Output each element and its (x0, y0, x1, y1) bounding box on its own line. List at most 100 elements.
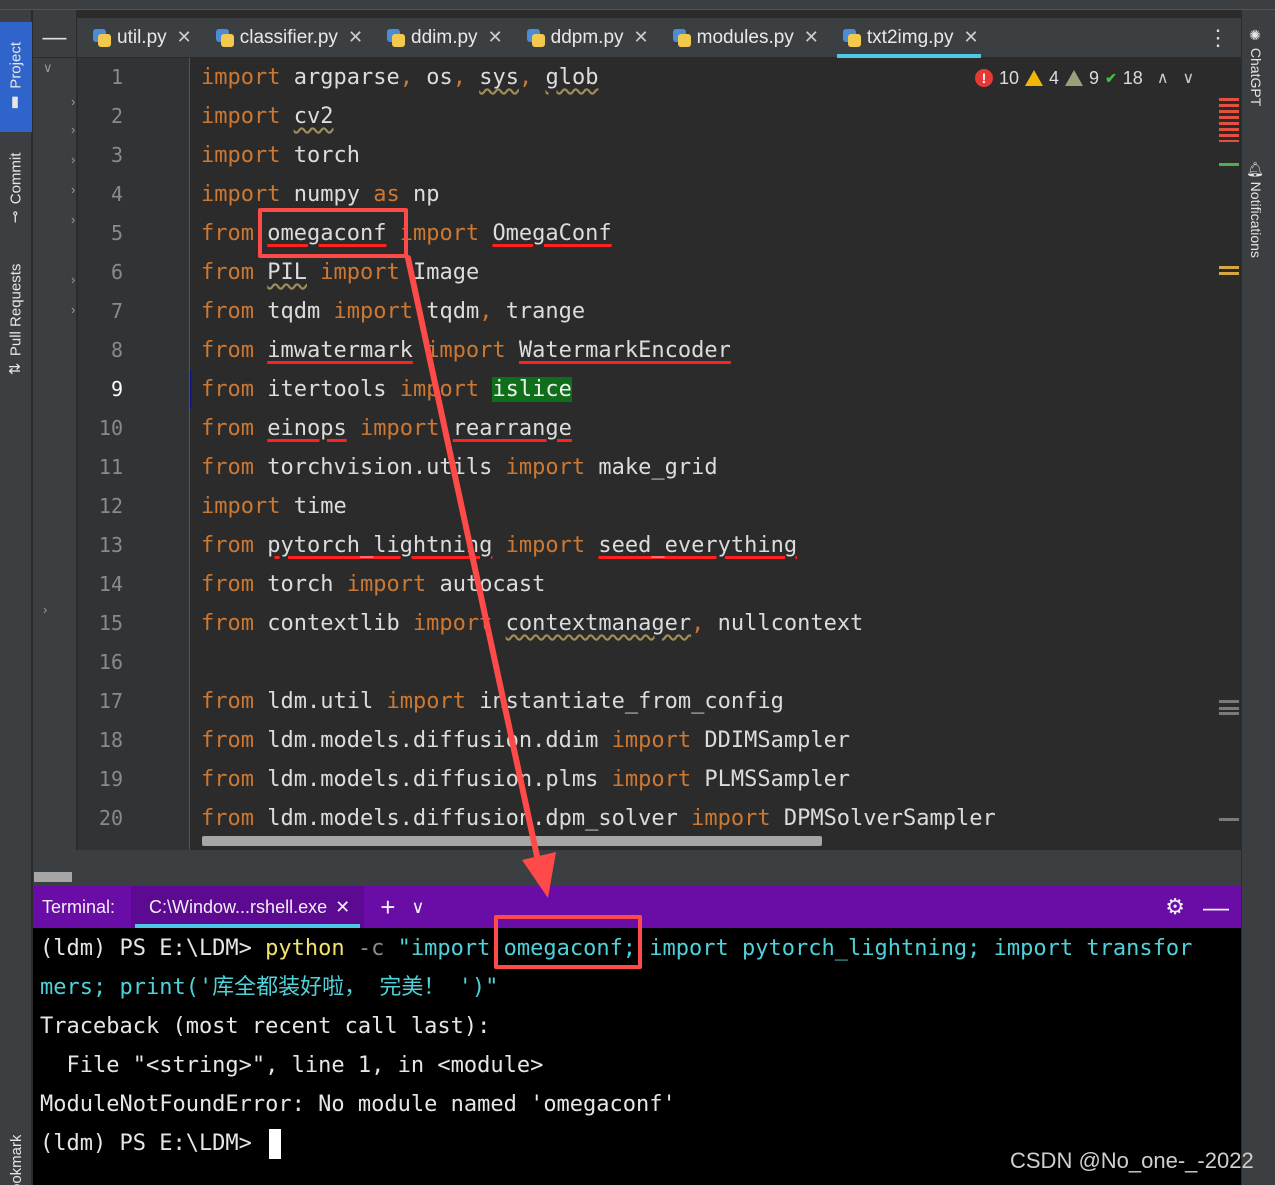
line-number: 15 (98, 611, 123, 635)
line-number: 10 (98, 416, 123, 440)
code-line[interactable]: import argparse, os, sys, glob (201, 58, 598, 97)
warning-stripe-marker[interactable] (1219, 266, 1239, 269)
error-count: 10 (999, 67, 1020, 88)
close-icon[interactable]: ✕ (634, 27, 649, 48)
line-number: 7 (110, 299, 123, 323)
close-icon[interactable]: ✕ (488, 27, 503, 48)
line-number: 9 (110, 377, 123, 401)
error-icon: ! (975, 69, 993, 87)
chevron-right-icon[interactable]: › (71, 122, 75, 137)
check-icon: ✔ (1105, 69, 1117, 86)
project-scrollbar[interactable] (34, 872, 72, 882)
code-line[interactable]: from ldm.models.diffusion.ddim import DD… (201, 721, 850, 760)
left-tool-strip: ▮ Project ⊸ Commit ⇅ Pull Requests Bookmark… (0, 10, 32, 1185)
line-number-gutter[interactable]: 1 2 3 4 5 6 7 8 9 10 11 12 13 14 15 16 1… (78, 58, 190, 850)
commit-tool-tab[interactable]: ⊸ Commit (0, 138, 32, 238)
line-number: 20 (98, 806, 123, 830)
more-vertical-icon[interactable]: ⋮ (1207, 25, 1229, 51)
bell-icon: 🔔︎ (1248, 160, 1264, 182)
right-tool-strip: ✺ ChatGPT 🔔︎ Notifications (1241, 10, 1275, 1185)
project-panel: ∨ › › › › › › › › (33, 10, 77, 886)
stripe-marker[interactable] (1219, 712, 1239, 715)
annotation-box (494, 915, 642, 969)
line-number: 16 (98, 650, 123, 674)
tab-ddpm-py[interactable]: ddpm.py ✕ (511, 18, 657, 58)
python-file-icon (525, 28, 545, 48)
code-line[interactable]: from ldm.models.diffusion.dpm_solver imp… (201, 799, 996, 838)
warning-icon (1025, 70, 1044, 86)
chevron-right-icon[interactable]: › (71, 212, 75, 227)
project-tool-tab[interactable]: ▮ Project (0, 22, 32, 132)
python-file-icon (671, 28, 691, 48)
error-stripe-marker[interactable] (1219, 98, 1239, 142)
chevron-right-icon[interactable]: › (71, 152, 75, 167)
code-line[interactable]: from ldm.models.diffusion.plms import PL… (201, 760, 850, 799)
code-line[interactable]: import time (201, 487, 347, 526)
line-number: 12 (98, 494, 123, 518)
chatgpt-tool-tab[interactable]: ✺ ChatGPT (1248, 28, 1264, 111)
chevron-right-icon[interactable]: › (43, 602, 47, 617)
annotation-box (258, 208, 408, 258)
line-number: 11 (98, 455, 123, 479)
chevron-right-icon[interactable]: › (71, 272, 75, 287)
code-line[interactable]: from torch import autocast (201, 565, 545, 604)
tab-util-py[interactable]: util.py ✕ (77, 18, 200, 58)
chevron-down-icon[interactable]: ∨ (411, 897, 424, 918)
code-line[interactable]: from itertools import islice (201, 370, 572, 409)
code-line[interactable]: import torch (201, 136, 360, 175)
code-line[interactable]: from PIL import Image (201, 253, 479, 292)
chevron-down-icon[interactable]: ∨ (43, 60, 53, 76)
code-line[interactable]: from torchvision.utils import make_grid (201, 448, 718, 487)
gear-icon[interactable]: ⚙ (1165, 894, 1185, 920)
pull-requests-tool-tab[interactable]: ⇅ Pull Requests (0, 250, 32, 390)
code-line[interactable]: import cv2 (201, 97, 333, 136)
code-line[interactable]: from einops import rearrange (201, 409, 572, 448)
horizontal-scrollbar[interactable] (202, 836, 822, 846)
chevron-right-icon[interactable]: › (71, 94, 75, 109)
chatgpt-icon: ✺ (1248, 28, 1264, 48)
warning-stripe-marker[interactable] (1219, 272, 1239, 275)
code-line[interactable]: from pytorch_lightning import seed_every… (201, 526, 797, 565)
weak-warning-count: 9 (1089, 67, 1100, 88)
minimize-icon[interactable]: — (1203, 892, 1229, 923)
tab-txt2img-py[interactable]: txt2img.py ✕ (827, 18, 987, 58)
tab-modules-py[interactable]: modules.py ✕ (657, 18, 827, 58)
close-icon[interactable]: ✕ (804, 27, 819, 48)
terminal-session-tab[interactable]: C:\Window...rshell.exe ✕ (131, 886, 365, 928)
close-icon[interactable]: ✕ (963, 27, 978, 48)
tab-ddim-py[interactable]: ddim.py ✕ (371, 18, 511, 58)
code-line[interactable]: from ldm.util import instantiate_from_co… (201, 682, 784, 721)
bookmarks-tool-tab[interactable]: Bookmarks (0, 1135, 32, 1185)
line-number: 8 (110, 338, 123, 362)
tab-classifier-py[interactable]: classifier.py ✕ (200, 18, 371, 58)
line-number: 6 (110, 260, 123, 284)
chevron-up-icon[interactable]: ∧ (1157, 68, 1169, 88)
inspection-widget[interactable]: ! 10 4 9 ✔ 18 ∧ ∨ (975, 64, 1194, 92)
close-icon[interactable]: ✕ (335, 897, 350, 918)
close-icon[interactable]: ✕ (348, 27, 363, 48)
collapse-icon[interactable]: — (33, 17, 77, 58)
line-number: 18 (98, 728, 123, 752)
code-line[interactable]: from contextlib import contextmanager, n… (201, 604, 863, 643)
main-toolbar (0, 0, 1275, 10)
code-editor[interactable]: import argparse, os, sys, glob import cv2… (191, 58, 1241, 850)
notifications-tool-tab[interactable]: 🔔︎ Notifications (1248, 160, 1264, 263)
pull-request-icon: ⇅ (7, 362, 24, 376)
line-number: 17 (98, 689, 123, 713)
change-stripe-marker[interactable] (1219, 163, 1239, 166)
python-file-icon (214, 28, 234, 48)
close-icon[interactable]: ✕ (177, 27, 192, 48)
terminal-title: Terminal: (42, 896, 116, 917)
chevron-right-icon[interactable]: › (71, 302, 75, 317)
chevron-down-icon[interactable]: ∨ (1183, 68, 1195, 88)
terminal-prompt[interactable]: (ldm) PS E:\LDM> (40, 1124, 282, 1163)
ok-count: 18 (1122, 67, 1143, 88)
add-icon[interactable]: + (380, 892, 395, 923)
code-line[interactable]: from imwatermark import WatermarkEncoder (201, 331, 731, 370)
code-line[interactable]: from tqdm import tqdm, trange (201, 292, 585, 331)
stripe-marker[interactable] (1219, 818, 1239, 821)
stripe-marker[interactable] (1219, 707, 1239, 710)
python-file-icon (91, 28, 111, 48)
chevron-right-icon[interactable]: › (71, 182, 75, 197)
stripe-marker[interactable] (1219, 700, 1239, 703)
